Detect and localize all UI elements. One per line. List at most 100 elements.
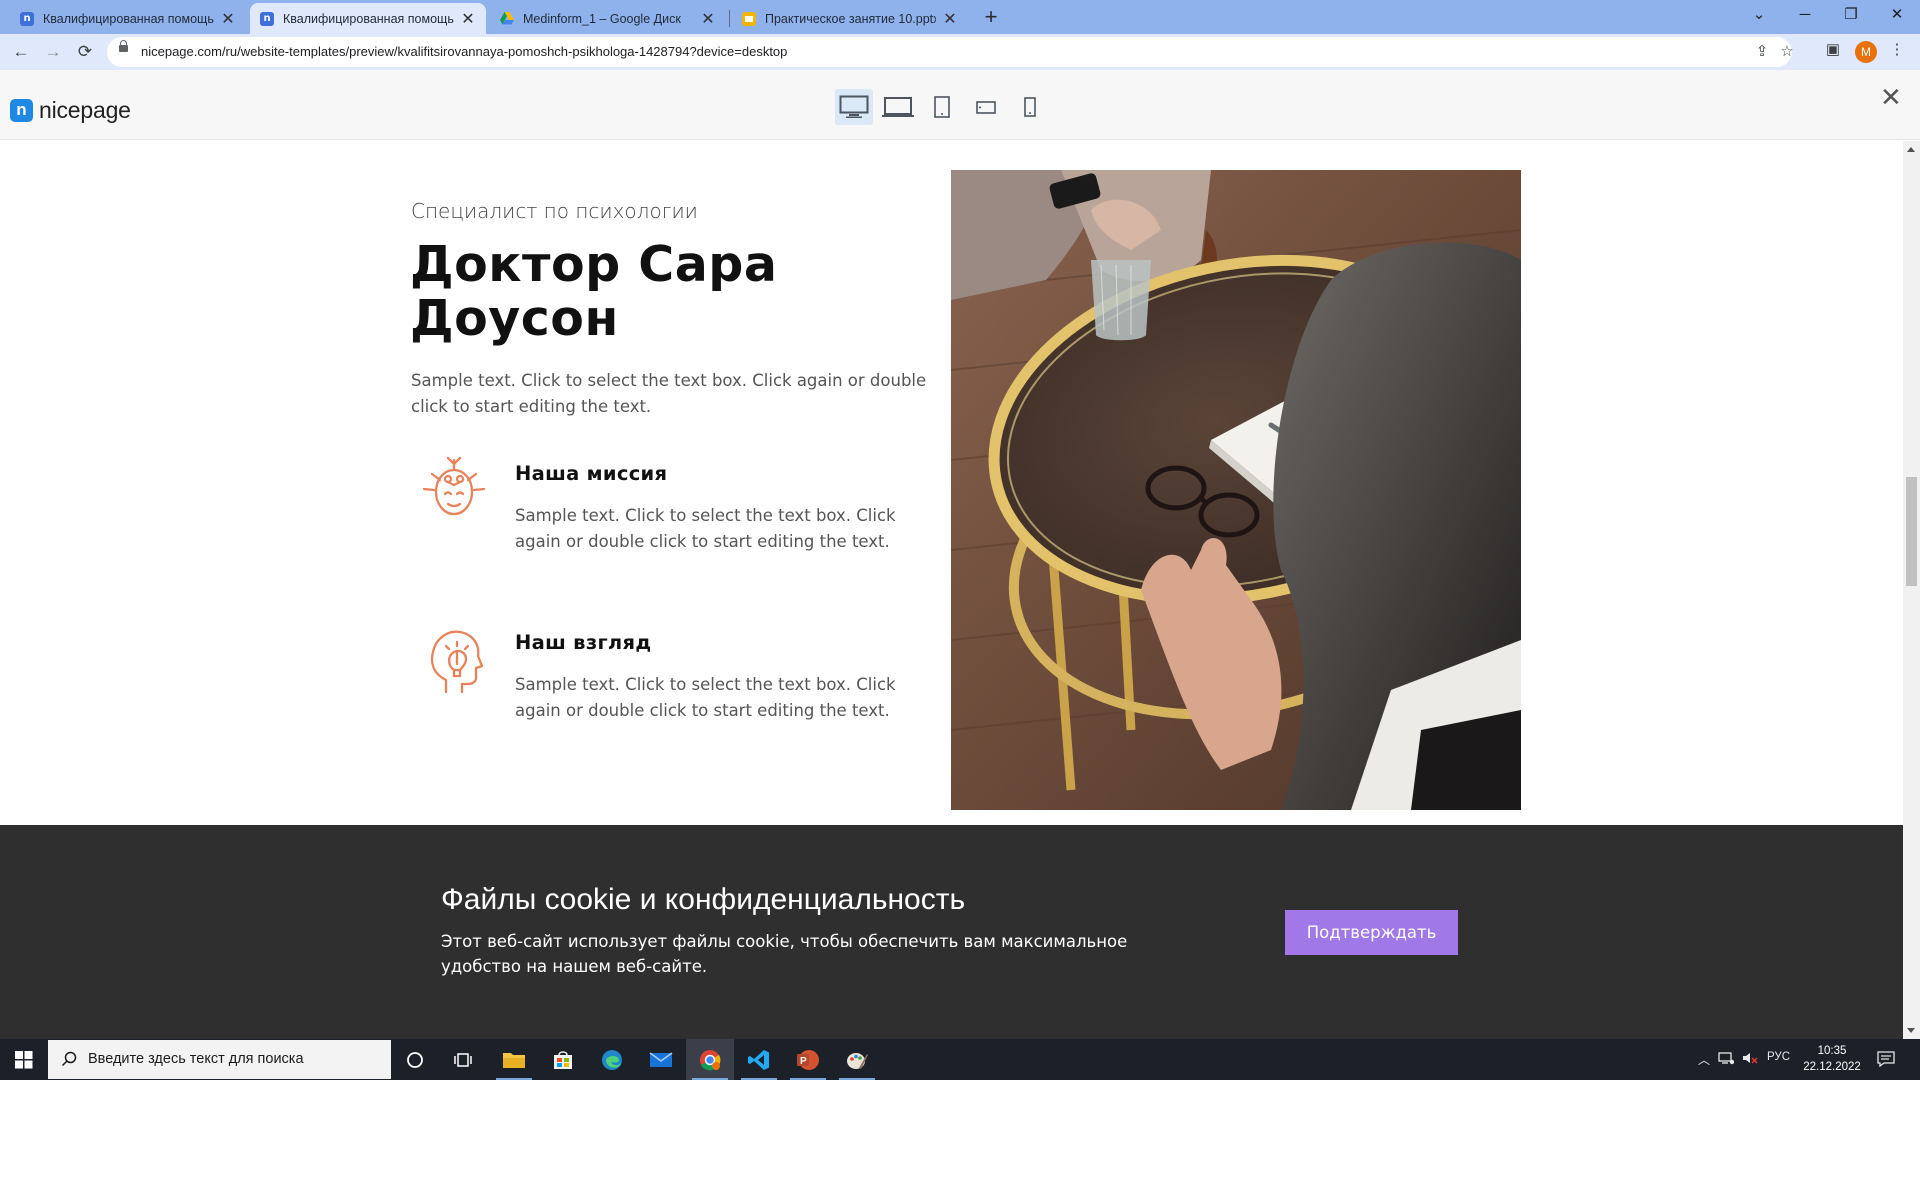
taskbar-search-box[interactable]: Введите здесь текст для поиска [48, 1040, 391, 1079]
edge-button[interactable] [588, 1039, 636, 1080]
profile-avatar[interactable]: M [1855, 41, 1877, 63]
accept-cookies-button[interactable]: Подтверждать [1285, 910, 1458, 955]
close-tab-icon[interactable]: ✕ [220, 9, 236, 29]
scrollbar-thumb[interactable] [1906, 477, 1917, 586]
side-panel-icon[interactable]: ▣ [1822, 40, 1844, 58]
tablet-view-button[interactable] [923, 89, 961, 125]
vscode-button[interactable] [735, 1039, 783, 1080]
feature-text: Sample text. Click to select the text bo… [515, 675, 896, 720]
specialist-subtitle: Специалист по психологии [411, 199, 698, 223]
close-tab-icon[interactable]: ✕ [942, 9, 958, 29]
cookie-title: Файлы cookie и конфиденциальность [441, 883, 966, 916]
therapy-session-photo [951, 170, 1521, 810]
language-indicator[interactable]: РУС [1767, 1051, 1790, 1063]
scroll-up-icon[interactable] [1907, 147, 1915, 152]
reload-icon[interactable]: ⟳ [72, 39, 98, 65]
idea-head-icon [430, 630, 484, 694]
mail-icon [649, 1051, 673, 1067]
empty-area [0, 1080, 1920, 1189]
folder-icon [503, 1052, 525, 1068]
notifications-icon[interactable] [1877, 1051, 1895, 1070]
tab-title: Квалифицированная помощь п [283, 11, 454, 26]
mind-head-icon [422, 456, 486, 516]
close-tab-icon[interactable]: ✕ [700, 9, 716, 29]
tab-title: Практическое занятие 10.pptx - [765, 11, 936, 26]
search-placeholder: Введите здесь текст для поиска [88, 1051, 304, 1067]
nicepage-icon: n [260, 11, 274, 26]
cookie-text: Этот веб-сайт использует файлы cookie, ч… [441, 932, 1128, 976]
close-window-button[interactable]: ✕ [1877, 2, 1917, 28]
new-tab-button[interactable]: + [978, 4, 1004, 30]
url-text: nicepage.com/ru/website-templates/previe… [141, 44, 788, 59]
show-hidden-icons-icon[interactable]: ︿ [1698, 1051, 1710, 1068]
start-button[interactable] [0, 1039, 48, 1080]
address-bar[interactable]: nicepage.com/ru/website-templates/previe… [107, 37, 1794, 67]
powerpoint-icon: P [797, 1049, 819, 1070]
svg-text:P: P [800, 1056, 807, 1067]
paint-button[interactable] [833, 1039, 881, 1080]
nicepage-logo-icon: n [10, 99, 33, 122]
restore-button[interactable]: ❐ [1831, 2, 1871, 28]
page-title: Доктор Сара Доусон [410, 236, 778, 347]
paint-icon [847, 1052, 868, 1069]
phone-landscape-icon [976, 101, 996, 114]
store-button[interactable] [539, 1039, 587, 1080]
desktop-view-button[interactable] [835, 89, 873, 125]
search-icon [61, 1051, 77, 1067]
browser-menu-icon[interactable]: ⋮ [1886, 40, 1908, 58]
phone-landscape-view-button[interactable] [967, 89, 1005, 125]
chrome-icon [700, 1049, 721, 1070]
google-drive-icon [500, 12, 514, 26]
powerpoint-button[interactable]: P [784, 1039, 832, 1080]
browser-tab-4[interactable]: Практическое занятие 10.pptx - ✕ [732, 3, 968, 34]
browser-tab-1[interactable]: n Квалифицированная помощь п ✕ [10, 3, 246, 34]
tab-title: Квалифицированная помощь п [43, 11, 214, 26]
browser-tab-strip: n Квалифицированная помощь п ✕ n Квалифи… [0, 0, 1920, 34]
intro-text: Sample text. Click to select the text bo… [411, 371, 927, 416]
browser-tab-3[interactable]: Medinform_1 – Google Диск ✕ [490, 3, 726, 34]
tab-search-icon[interactable]: ⌄ [1739, 2, 1779, 28]
feature-text: Sample text. Click to select the text bo… [515, 506, 896, 551]
mail-button[interactable] [637, 1039, 685, 1080]
back-icon[interactable]: ← [8, 39, 34, 65]
cortana-button[interactable] [391, 1039, 439, 1080]
network-icon[interactable] [1718, 1051, 1735, 1068]
file-explorer-button[interactable] [490, 1039, 538, 1080]
google-slides-icon [742, 11, 756, 26]
windows-taskbar: Введите здесь текст для поиска P ︿ РУС 1… [0, 1039, 1920, 1080]
laptop-icon [882, 97, 914, 117]
phone-portrait-icon [1024, 97, 1036, 117]
task-view-button[interactable] [439, 1039, 487, 1080]
share-icon[interactable]: ⇪ [1752, 42, 1772, 60]
logo-text: nicepage [39, 97, 131, 123]
tab-title: Medinform_1 – Google Диск [523, 11, 681, 26]
close-preview-icon[interactable]: ✕ [1880, 84, 1902, 110]
browser-tab-2[interactable]: n Квалифицированная помощь п ✕ [250, 3, 486, 34]
close-tab-icon[interactable]: ✕ [460, 9, 476, 29]
vscode-icon [748, 1049, 769, 1070]
forward-icon[interactable]: → [40, 39, 66, 65]
scroll-down-icon[interactable] [1907, 1028, 1915, 1033]
feature-title: Наш взгляд [515, 631, 652, 654]
laptop-view-button[interactable] [879, 89, 917, 125]
tab-separator [729, 10, 730, 27]
volume-muted-icon[interactable] [1742, 1051, 1758, 1068]
chrome-button[interactable] [686, 1039, 734, 1080]
browser-toolbar: ← → ⟳ nicepage.com/ru/website-templates/… [0, 34, 1920, 70]
clock-date: 22.12.2022 [1803, 1061, 1861, 1073]
phone-portrait-view-button[interactable] [1011, 89, 1049, 125]
windows-logo-icon [15, 1051, 33, 1069]
tablet-icon [934, 96, 950, 118]
cortana-icon [407, 1051, 423, 1068]
page-scrollbar[interactable] [1903, 141, 1920, 1039]
system-clock[interactable]: 10:35 22.12.2022 [1792, 1043, 1872, 1075]
preview-header: n nicepage [0, 70, 1920, 140]
desktop-icon [839, 95, 869, 118]
nicepage-icon: n [20, 11, 34, 26]
clock-time: 10:35 [1817, 1045, 1847, 1057]
minimize-button[interactable]: ─ [1785, 2, 1825, 28]
feature-title: Наша миссия [515, 462, 668, 485]
bookmark-star-icon[interactable]: ☆ [1777, 42, 1797, 60]
lock-icon [119, 40, 128, 52]
nicepage-logo[interactable]: n nicepage [10, 97, 131, 124]
